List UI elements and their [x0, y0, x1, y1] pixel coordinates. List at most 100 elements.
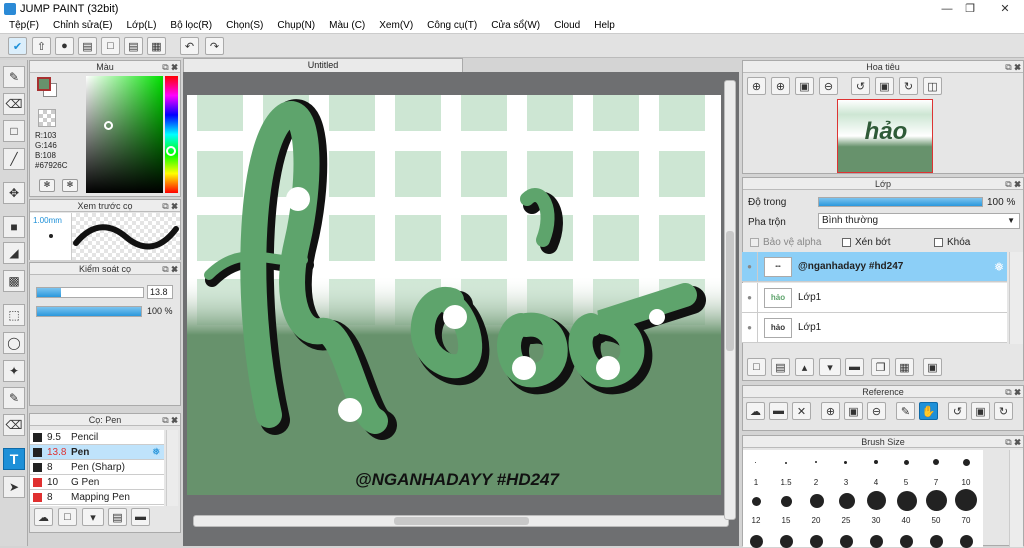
eraser-tool-icon[interactable]: ⌫	[3, 93, 25, 115]
canvas-horizontal-scrollbar[interactable]	[193, 515, 729, 527]
brush-item-pencil[interactable]: 9.5 Pencil	[30, 430, 164, 445]
brush-size-dot[interactable]	[930, 535, 943, 548]
brush-item-g-pen[interactable]: 10 G Pen	[30, 475, 164, 490]
artwork-canvas[interactable]: @NGANHADAYY #HD247	[187, 95, 721, 495]
menu-edit[interactable]: Chỉnh sửa(E)	[46, 20, 120, 31]
brush-menu-icon[interactable]: ▾	[82, 508, 104, 526]
redo-icon[interactable]: ↷	[205, 37, 224, 55]
layer-visibility-icon[interactable]: ●	[742, 312, 758, 343]
layer-folder-icon[interactable]: ▬	[845, 358, 864, 376]
brush-size-dot[interactable]	[900, 535, 913, 548]
ref-close-icon[interactable]: ✕	[792, 402, 811, 420]
brush-size-dot[interactable]	[840, 535, 853, 548]
vertical-scroll-thumb[interactable]	[726, 231, 734, 351]
ref-rotate-right-icon[interactable]: ↻	[994, 402, 1013, 420]
brush-size-dot[interactable]	[963, 459, 970, 466]
brush-list-scrollbar[interactable]	[166, 430, 178, 506]
brush-tool-icon[interactable]: ✎	[3, 66, 25, 88]
menu-color[interactable]: Màu (C)	[322, 20, 372, 31]
move-tool-icon[interactable]: ✥	[3, 182, 25, 204]
layer-visibility-icon[interactable]: ●	[742, 282, 758, 313]
brush-size-dot[interactable]	[810, 535, 823, 548]
color-wheel-icon[interactable]: ✻	[39, 179, 55, 192]
menu-file[interactable]: Tệp(F)	[2, 20, 46, 31]
brush-folder-icon[interactable]: ▬	[131, 508, 150, 526]
transparent-color-swatch[interactable]	[38, 109, 56, 127]
menu-cloud[interactable]: Cloud	[547, 20, 587, 31]
new-layer-2-icon[interactable]: ▤	[771, 358, 790, 376]
brush-opacity-slider[interactable]	[36, 306, 142, 317]
ref-reset-icon[interactable]: ▣	[971, 402, 990, 420]
check-icon[interactable]: ✔	[8, 37, 27, 55]
panel-controls-icon[interactable]: ⧉ ✖	[162, 61, 178, 73]
ref-eyedropper-icon[interactable]: ✎	[896, 402, 915, 420]
panel-controls-icon[interactable]: ⧉ ✖	[162, 414, 178, 426]
ref-zoom-out-icon[interactable]: ⊖	[867, 402, 886, 420]
brush-size-dot[interactable]	[897, 491, 917, 511]
layer-up-icon[interactable]: ▴	[795, 358, 814, 376]
layer-menu-icon[interactable]: ▾	[819, 358, 841, 376]
operation-tool-icon[interactable]: ➤	[3, 476, 25, 498]
brush-size-dot[interactable]	[810, 494, 824, 508]
cloud-brush-icon[interactable]: ☁	[34, 508, 53, 526]
canvas-vertical-scrollbar[interactable]	[724, 80, 736, 520]
menu-help[interactable]: Help	[587, 20, 622, 31]
menu-select[interactable]: Chọn(S)	[219, 20, 270, 31]
brush-size-dot[interactable]	[844, 461, 847, 464]
foreground-color-swatch[interactable]	[37, 77, 51, 91]
new-layer-icon[interactable]: □	[747, 358, 766, 376]
menu-tools[interactable]: Công cụ(T)	[420, 20, 484, 31]
reset-view-icon[interactable]: ▣	[875, 77, 894, 95]
hue-cursor[interactable]	[166, 146, 176, 156]
horizontal-scroll-thumb[interactable]	[394, 517, 529, 525]
brush-size-dot[interactable]	[960, 535, 973, 548]
brush-size-dot[interactable]	[780, 535, 793, 548]
layer-opacity-slider[interactable]	[818, 197, 983, 207]
select-pen-icon[interactable]: ✎	[3, 387, 25, 409]
panel-controls-icon[interactable]: ⧉ ✖	[1005, 178, 1021, 190]
layer-settings-icon[interactable]: ❅	[994, 260, 1004, 274]
comment-icon[interactable]: ●	[55, 37, 74, 55]
gradient-tool-icon[interactable]: ▩	[3, 270, 25, 292]
ref-cloud-icon[interactable]: ☁	[746, 402, 765, 420]
maximize-icon[interactable]: ❐	[955, 0, 985, 17]
ref-hand-icon[interactable]: ✋	[919, 402, 938, 420]
panel-controls-icon[interactable]: ⧉ ✖	[162, 200, 178, 212]
new-brush-icon[interactable]: □	[58, 508, 77, 526]
brush-size-dot[interactable]	[926, 490, 947, 511]
layer-row-2[interactable]: ● hảo Lớp1	[742, 312, 1007, 343]
brush-size-dot[interactable]	[839, 493, 855, 509]
merge-layer-icon[interactable]: ▦	[895, 358, 914, 376]
rotate-right-icon[interactable]: ↻	[899, 77, 918, 95]
brush-size-dot[interactable]	[815, 461, 817, 463]
panel-controls-icon[interactable]: ⧉ ✖	[1005, 436, 1021, 448]
ref-zoom-in-icon[interactable]: ⊕	[821, 402, 840, 420]
page-icon[interactable]: □	[101, 37, 120, 55]
color-palette-icon[interactable]: ✻	[62, 179, 78, 192]
panel-controls-icon[interactable]: ⧉ ✖	[162, 263, 178, 275]
line-tool-icon[interactable]: ╱	[3, 148, 25, 170]
select-eraser-icon[interactable]: ⌫	[3, 414, 25, 436]
layer-visibility-icon[interactable]: ●	[742, 251, 758, 282]
picker-cursor[interactable]	[104, 121, 113, 130]
rect-select-icon[interactable]: ⬚	[3, 304, 25, 326]
brush-size-dot[interactable]	[870, 535, 883, 548]
menu-capture[interactable]: Chụp(N)	[270, 20, 322, 31]
brush-size-dot[interactable]	[785, 462, 787, 464]
brush-copy-icon[interactable]: ▤	[108, 508, 127, 526]
canvas-tab[interactable]: Untitled	[183, 58, 463, 72]
protect-alpha-checkbox[interactable]	[750, 238, 759, 247]
duplicate-layer-icon[interactable]: ❐	[871, 358, 890, 376]
rotate-left-icon[interactable]: ↺	[851, 77, 870, 95]
fit-icon[interactable]: ▣	[795, 77, 814, 95]
document-icon[interactable]: ▤	[124, 37, 143, 55]
brush-size-dot[interactable]	[955, 489, 977, 511]
brush-size-dot[interactable]	[874, 460, 878, 464]
fill-rect-tool-icon[interactable]: ■	[3, 216, 25, 238]
brush-item-mapping-pen[interactable]: 8 Mapping Pen	[30, 490, 164, 505]
saturation-value-picker[interactable]	[86, 76, 163, 193]
menu-view[interactable]: Xem(V)	[372, 20, 420, 31]
ref-fit-icon[interactable]: ▣	[844, 402, 863, 420]
brush-size-dot[interactable]	[755, 462, 756, 463]
panel-controls-icon[interactable]: ⧉ ✖	[1005, 61, 1021, 73]
